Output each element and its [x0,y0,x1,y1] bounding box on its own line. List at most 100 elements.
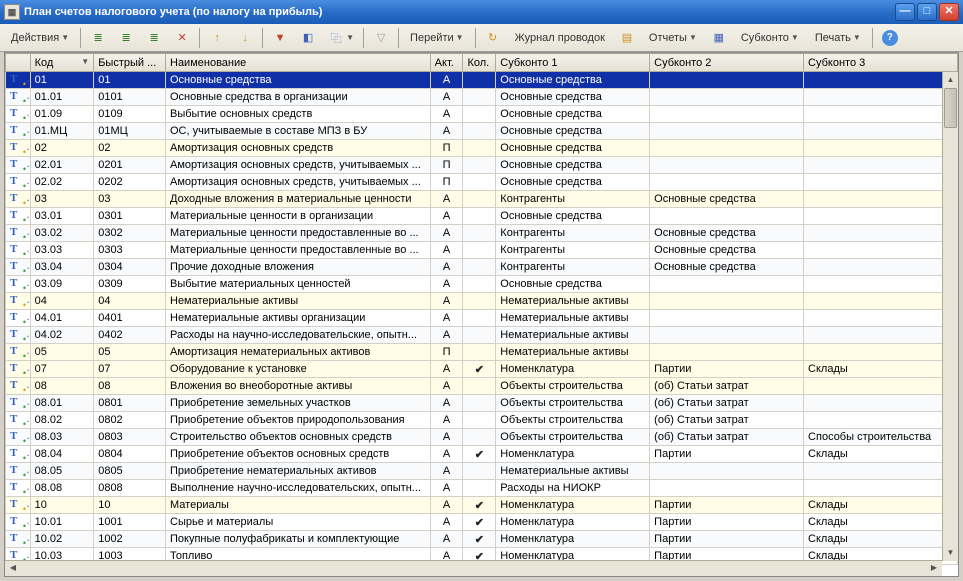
scroll-right-icon[interactable]: ▶ [926,561,942,576]
cell-kol [463,395,496,412]
cell-sub2: (об) Статьи затрат [650,395,804,412]
cell-kol [463,242,496,259]
table-row[interactable]: T1010МатериалыА✔НоменклатураПартииСклады [6,497,958,514]
table-row[interactable]: T03.040304Прочие доходные вложенияАКонтр… [6,259,958,276]
col-header-icon[interactable] [6,54,31,72]
col-header-sub3[interactable]: Субконто 3 [804,54,958,72]
table-row[interactable]: T08.040804Приобретение объектов основных… [6,446,958,463]
hierarchy-up-icon[interactable]: ↑ [204,27,230,49]
close-button[interactable]: ✕ [939,3,959,21]
maximize-button[interactable]: □ [917,3,937,21]
table-row[interactable]: T01.МЦ01МЦОС, учитываемые в составе МПЗ … [6,123,958,140]
cell-quick: 0109 [94,106,166,123]
scroll-thumb-v[interactable] [944,88,957,128]
account-icon: T [10,447,26,461]
cell-quick: 0808 [94,480,166,497]
subkonto-icon[interactable]: ▦ [706,27,732,49]
col-header-code[interactable]: Код ▼ [30,54,94,72]
table-row[interactable]: T10.011001Сырье и материалыА✔Номенклатур… [6,514,958,531]
table-row[interactable]: T0303Доходные вложения в материальные це… [6,191,958,208]
col-header-name[interactable]: Наименование [166,54,431,72]
table-row[interactable]: T03.090309Выбытие материальных ценностей… [6,276,958,293]
table-row[interactable]: T04.010401Нематериальные активы организа… [6,310,958,327]
table-row[interactable]: T0707Оборудование к установкеА✔Номенклат… [6,361,958,378]
cell-name: Выбытие материальных ценностей [166,276,431,293]
table-row[interactable]: T01.010101Основные средства в организаци… [6,89,958,106]
table-row[interactable]: T08.050805Приобретение нематериальных ак… [6,463,958,480]
table-row[interactable]: T03.020302Материальные ценности предоста… [6,225,958,242]
cell-quick: 01МЦ [94,123,166,140]
goto-menu[interactable]: Перейти▼ [403,27,471,49]
help-icon[interactable]: ? [877,27,903,49]
table-row[interactable]: T03.030303Материальные ценности предоста… [6,242,958,259]
cell-sub1: Нематериальные активы [496,344,650,361]
add-group-icon[interactable]: ≣ [113,27,139,49]
cell-kol [463,174,496,191]
add-icon[interactable]: ≣ [85,27,111,49]
filter-icon[interactable]: ▼ [267,27,293,49]
col-header-sub2[interactable]: Субконто 2 [650,54,804,72]
account-icon: T [10,498,26,512]
col-header-act[interactable]: Акт. [430,54,463,72]
subkonto-menu[interactable]: Субконто▼ [734,27,806,49]
table-row[interactable]: T08.080808Выполнение научно-исследовател… [6,480,958,497]
table-row[interactable]: T10.021002Покупные полуфабрикаты и компл… [6,531,958,548]
delete-icon[interactable]: ✕ [169,27,195,49]
refresh-icon[interactable]: ↻ [480,27,506,49]
table-row[interactable]: T0404Нематериальные активыАНематериальны… [6,293,958,310]
cell-sub1: Номенклатура [496,514,650,531]
horizontal-scrollbar[interactable]: ◀ ▶ [5,560,942,576]
table-row[interactable]: T08.020802Приобретение объектов природоп… [6,412,958,429]
table-row[interactable]: T02.010201Амортизация основных средств, … [6,157,958,174]
hierarchy-down-icon[interactable]: ↓ [232,27,258,49]
accounts-table[interactable]: Код ▼ Быстрый ... Наименование Акт. Кол.… [5,53,958,565]
cell-code: 03.02 [30,225,94,242]
col-header-quick[interactable]: Быстрый ... [94,54,166,72]
cell-kol [463,106,496,123]
table-row[interactable]: T04.020402Расходы на научно-исследовател… [6,327,958,344]
minimize-button[interactable]: — [895,3,915,21]
cell-name: Амортизация нематериальных активов [166,344,431,361]
cell-sub2 [650,310,804,327]
table-row[interactable]: T08.010801Приобретение земельных участко… [6,395,958,412]
select-icon[interactable]: ◧ [295,27,321,49]
scroll-up-icon[interactable]: ▲ [943,72,958,88]
cell-sub3 [804,208,958,225]
app-icon: ▦ [4,4,20,20]
cell-name: Сырье и материалы [166,514,431,531]
table-row[interactable]: T02.020202Амортизация основных средств, … [6,174,958,191]
cell-act: А [430,225,463,242]
print-menu[interactable]: Печать▼ [808,27,868,49]
cell-kol [463,412,496,429]
table-row[interactable]: T03.010301Материальные ценности в органи… [6,208,958,225]
scroll-down-icon[interactable]: ▼ [943,545,958,561]
cell-name: Выполнение научно-исследовательских, опы… [166,480,431,497]
cell-code: 08 [30,378,94,395]
cell-code: 10.02 [30,531,94,548]
table-row[interactable]: T0505Амортизация нематериальных активовП… [6,344,958,361]
reports-icon[interactable]: ▤ [614,27,640,49]
cell-code: 08.03 [30,429,94,446]
cell-sub1: Объекты строительства [496,412,650,429]
cell-sub2 [650,293,804,310]
cell-sub3: Склады [804,531,958,548]
journal-button[interactable]: Журнал проводок [508,27,612,49]
col-header-kol[interactable]: Кол. [463,54,496,72]
cell-kol [463,480,496,497]
table-row[interactable]: T08.030803Строительство объектов основны… [6,429,958,446]
vertical-scrollbar[interactable]: ▲ ▼ [942,72,958,561]
col-header-sub1[interactable]: Субконто 1 [496,54,650,72]
scroll-left-icon[interactable]: ◀ [5,561,21,576]
table-row[interactable]: T0202Амортизация основных средствПОсновн… [6,140,958,157]
cell-name: Оборудование к установке [166,361,431,378]
table-row[interactable]: T01.090109Выбытие основных средствАОснов… [6,106,958,123]
table-row[interactable]: T0808Вложения во внеоборотные активыАОбъ… [6,378,958,395]
cell-quick: 07 [94,361,166,378]
filter-off-icon[interactable]: ▽ [368,27,394,49]
edit-icon[interactable]: ≣ [141,27,167,49]
copy-icon[interactable]: ⿻▼ [323,27,359,49]
cell-code: 03.03 [30,242,94,259]
table-row[interactable]: T0101Основные средстваАОсновные средства [6,72,958,89]
reports-menu[interactable]: Отчеты▼ [642,27,704,49]
actions-menu[interactable]: Действия▼ [4,27,76,49]
